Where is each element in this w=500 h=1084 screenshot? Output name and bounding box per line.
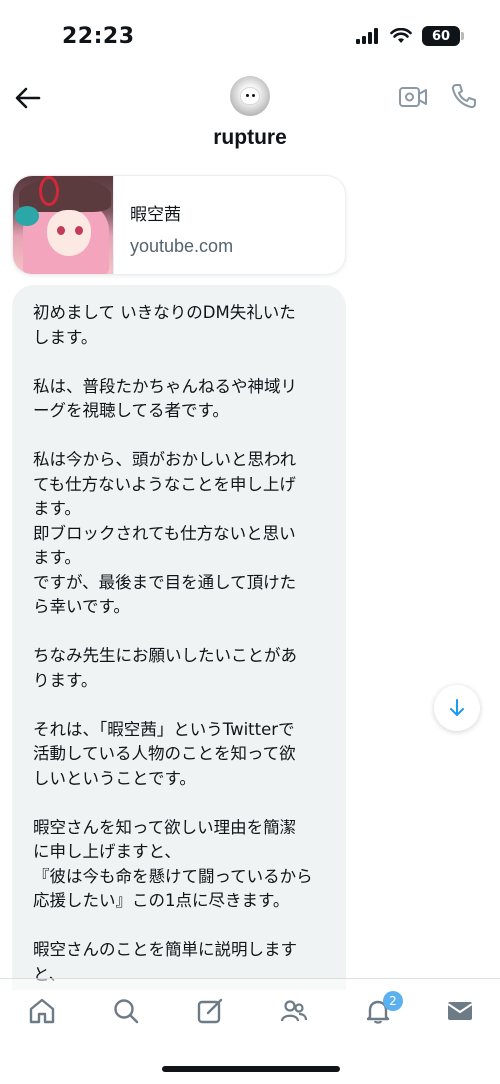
communities-icon	[280, 1000, 308, 1022]
tab-communities[interactable]	[274, 993, 314, 1029]
message-bubble[interactable]: 初めまして いきなりのDM失礼いた します。 私は、普段たかちゃんねるや神域リ …	[12, 285, 346, 990]
avatar[interactable]	[230, 76, 270, 116]
tab-messages[interactable]	[440, 993, 480, 1029]
message-paragraph: それは、「暇空茜」というTwitterで 活動している人物のことを知って欲 しい…	[33, 719, 296, 788]
arrow-down-icon	[450, 699, 464, 716]
conversation-header: rupture	[0, 70, 500, 160]
message-paragraph: 初めまして いきなりのDM失礼いた します。	[33, 303, 296, 347]
battery-level: 60	[431, 28, 451, 44]
tab-home[interactable]	[22, 993, 62, 1029]
battery-icon: 60	[422, 26, 464, 46]
message-thread[interactable]: 暇空茜 youtube.com 初めまして いきなりのDM失礼いた します。 私…	[0, 160, 500, 990]
link-title: 暇空茜	[130, 205, 181, 225]
back-button[interactable]	[12, 82, 44, 114]
video-camera-icon	[399, 87, 427, 107]
home-icon	[29, 998, 55, 1024]
video-call-button[interactable]	[398, 84, 428, 110]
link-preview-card[interactable]: 暇空茜 youtube.com	[12, 175, 346, 275]
search-icon	[114, 999, 139, 1024]
compose-icon	[197, 998, 223, 1024]
phone-icon	[451, 84, 476, 109]
message-paragraph: 私は、普段たかちゃんねるや神域リ ーグを視聴してる者です。	[33, 376, 297, 421]
message-paragraph: 暇空さんを知って欲しい理由を簡潔 に申し上げますと、 『彼は今も命を懸けて闘って…	[33, 817, 313, 911]
link-domain: youtube.com	[130, 236, 234, 256]
notifications-badge: 2	[383, 991, 403, 1011]
status-icons: 60	[356, 26, 464, 46]
link-thumbnail	[13, 176, 114, 274]
home-indicator	[162, 1066, 340, 1072]
mail-icon	[447, 1002, 473, 1020]
status-time: 22:23	[62, 24, 135, 49]
signal-icon	[356, 28, 378, 44]
back-arrow-icon	[15, 87, 41, 109]
message-paragraph: ちなみ先生にお願いしたいことがあ ります。	[33, 646, 297, 690]
status-bar: 22:23 60	[0, 0, 500, 70]
scroll-to-bottom-button[interactable]	[434, 685, 480, 731]
username[interactable]: rupture	[0, 126, 500, 150]
link-card-text: 暇空茜 youtube.com	[114, 176, 233, 274]
tab-compose[interactable]	[190, 993, 230, 1029]
tab-search[interactable]	[106, 993, 146, 1029]
voice-call-button[interactable]	[450, 82, 478, 110]
message-paragraph: 私は今から、頭がおかしいと思われ ても仕方ないようなことを申し上げ ます。 即ブ…	[33, 450, 297, 616]
wifi-icon	[390, 28, 412, 43]
